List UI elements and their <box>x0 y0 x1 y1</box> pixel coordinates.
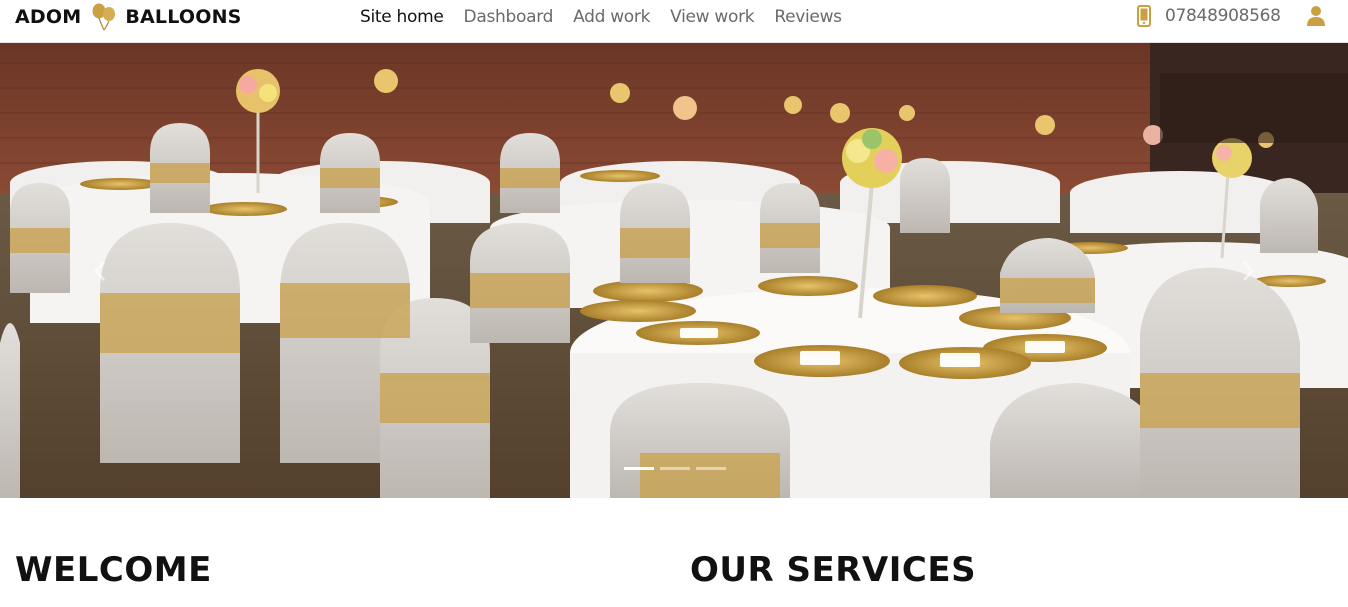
user-icon[interactable] <box>1306 5 1326 27</box>
nav-dashboard[interactable]: Dashboard <box>464 5 554 29</box>
brand-name-right: BALLOONS <box>125 6 242 28</box>
navbar: ADOM BALLOONS Site home Dashboard Add wo… <box>0 0 1348 43</box>
brand-name-left: ADOM <box>15 6 82 28</box>
balloons-icon <box>92 3 116 31</box>
carousel-indicator-2[interactable] <box>660 467 690 470</box>
phone-contact[interactable]: 07848908568 <box>1137 5 1281 27</box>
chevron-right-icon <box>1242 260 1255 281</box>
brand-logo[interactable]: ADOM BALLOONS <box>15 2 242 32</box>
carousel-slide-image <box>0 43 1348 498</box>
carousel-prev-button[interactable] <box>0 43 200 498</box>
services-heading: OUR SERVICES <box>690 550 977 590</box>
nav-site-home[interactable]: Site home <box>360 5 444 29</box>
welcome-heading: WELCOME <box>15 550 212 590</box>
hero-carousel <box>0 43 1348 498</box>
nav-view-work[interactable]: View work <box>670 5 754 29</box>
nav-reviews[interactable]: Reviews <box>774 5 842 29</box>
nav-add-work[interactable]: Add work <box>573 5 650 29</box>
carousel-next-button[interactable] <box>1148 43 1348 498</box>
mobile-phone-icon <box>1137 5 1151 27</box>
chevron-left-icon <box>93 260 106 281</box>
main-nav: Site home Dashboard Add work View work R… <box>360 5 862 29</box>
carousel-indicator-1[interactable] <box>624 467 654 470</box>
phone-number: 07848908568 <box>1165 6 1281 26</box>
carousel-indicator-3[interactable] <box>696 467 726 470</box>
carousel-indicators <box>624 467 726 470</box>
